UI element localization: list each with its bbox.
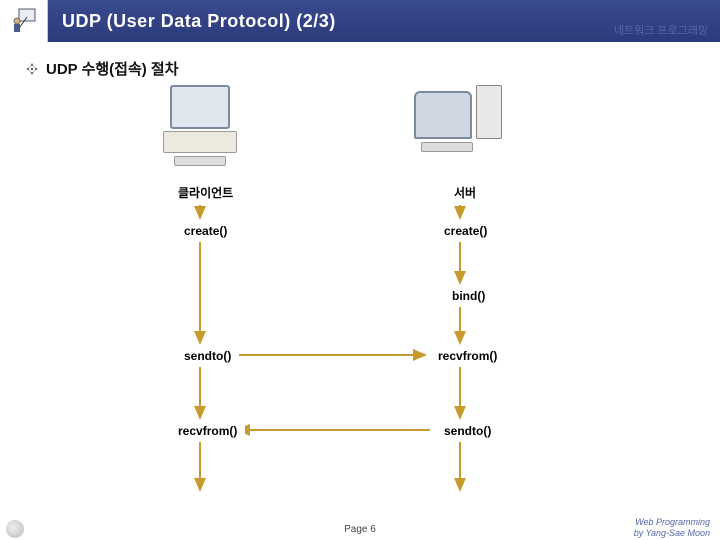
- section-heading: UDP 수행(접속) 절차: [24, 58, 179, 79]
- server-step-bind: bind(): [444, 285, 493, 307]
- udp-flow-diagram: 클라이언트 서버 create() sendto() recvfrom() cr…: [0, 80, 720, 510]
- server-column-label: 서버: [446, 180, 484, 205]
- page-title: UDP (User Data Protocol) (2/3): [48, 11, 336, 32]
- title-icon: [0, 0, 48, 42]
- page-number-text: Page 6: [344, 524, 376, 535]
- title-bar: UDP (User Data Protocol) (2/3): [0, 0, 720, 42]
- bullet-icon: [24, 61, 40, 77]
- client-computer-icon: [140, 85, 260, 166]
- page-subtitle: 네트워크 프로그래밍: [614, 22, 708, 38]
- section-heading-text: UDP 수행(접속) 절차: [46, 58, 179, 79]
- client-step-recvfrom: recvfrom(): [170, 420, 245, 442]
- footer-credit-line2: by Yang-Sae Moon: [634, 528, 710, 538]
- presenter-icon: [9, 7, 39, 35]
- footer-credit: Web Programming by Yang-Sae Moon: [634, 517, 710, 538]
- server-computer-icon: [398, 85, 518, 152]
- client-column-label: 클라이언트: [170, 180, 241, 205]
- footer-credit-line1: Web Programming: [634, 517, 710, 527]
- server-step-sendto: sendto(): [436, 420, 499, 442]
- flow-arrows: [0, 80, 720, 510]
- client-step-sendto: sendto(): [176, 345, 239, 367]
- server-step-create: create(): [436, 220, 495, 242]
- client-step-create: create(): [176, 220, 235, 242]
- page-number: Page 6: [0, 518, 720, 540]
- server-step-recvfrom: recvfrom(): [430, 345, 505, 367]
